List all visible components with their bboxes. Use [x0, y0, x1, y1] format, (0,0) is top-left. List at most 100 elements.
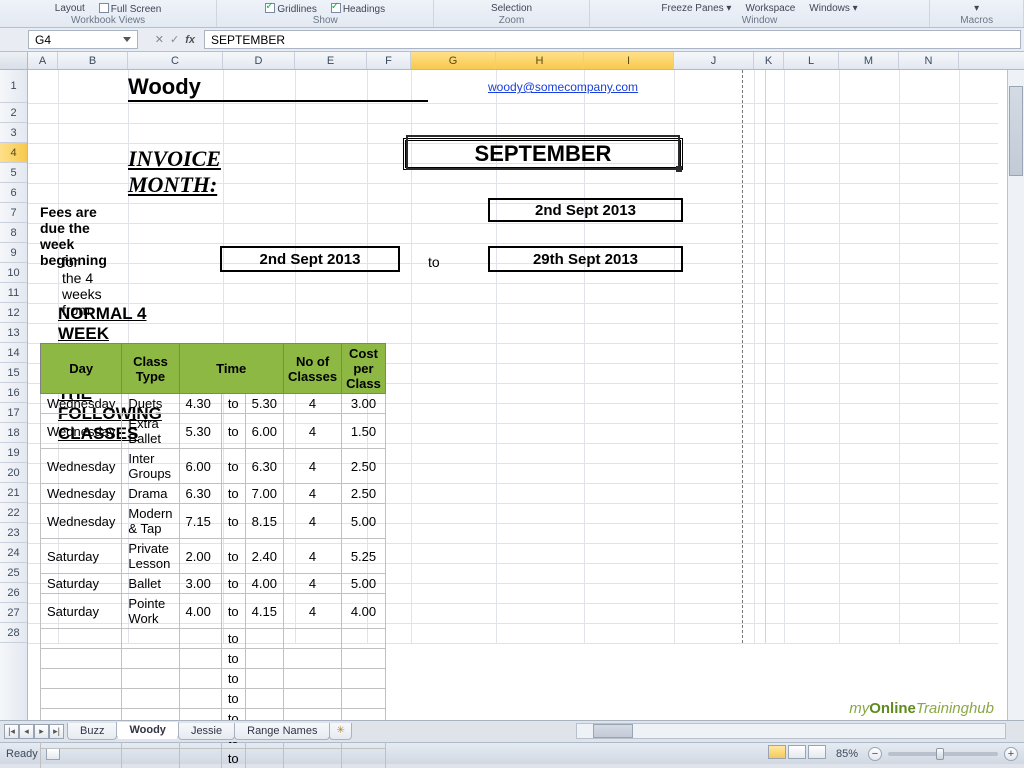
table-row[interactable]: SaturdayPrivate Lesson2.00to2.4045.25	[41, 539, 386, 574]
table-row[interactable]: WednesdayExtra Ballet5.30to6.0041.50	[41, 414, 386, 449]
zoom-out-button[interactable]: −	[868, 747, 882, 761]
scrollbar-thumb[interactable]	[1009, 86, 1023, 176]
col-header-J[interactable]: J	[674, 52, 754, 69]
col-header-H[interactable]: H	[496, 52, 584, 69]
ribbon-item-macros[interactable]: ▾	[974, 3, 979, 14]
zoom-slider[interactable]	[888, 752, 998, 756]
row-header[interactable]: 28	[0, 623, 27, 643]
select-all-corner[interactable]	[0, 52, 28, 69]
row-header[interactable]: 1	[0, 70, 27, 103]
sheet-tab[interactable]: Buzz	[67, 723, 117, 740]
col-header-D[interactable]: D	[223, 52, 295, 69]
row-header[interactable]: 7	[0, 203, 27, 223]
tab-nav-last[interactable]: ▸|	[49, 724, 64, 739]
ribbon-item-headings[interactable]: Headings	[331, 2, 385, 15]
view-normal[interactable]	[768, 745, 786, 759]
th-time[interactable]: Time	[179, 344, 283, 394]
sheet-tab[interactable]: Jessie	[178, 723, 235, 740]
row-header[interactable]: 8	[0, 223, 27, 243]
row-header[interactable]: 22	[0, 503, 27, 523]
row-header[interactable]: 9	[0, 243, 27, 263]
row-header[interactable]: 24	[0, 543, 27, 563]
row-header[interactable]: 10	[0, 263, 27, 283]
col-header-A[interactable]: A	[28, 52, 58, 69]
accept-icon[interactable]: ✓	[170, 33, 179, 46]
th-day[interactable]: Day	[41, 344, 122, 394]
zoom-percent[interactable]: 85%	[836, 748, 858, 760]
doc-email-link[interactable]: woody@somecompany.com	[488, 80, 638, 94]
row-header[interactable]: 17	[0, 403, 27, 423]
scrollbar-thumb[interactable]	[593, 724, 633, 738]
row-header[interactable]: 11	[0, 283, 27, 303]
cancel-icon[interactable]: ✕	[155, 33, 164, 46]
ribbon-item-fullscreen[interactable]: Full Screen	[99, 2, 162, 15]
ribbon-item-gridlines[interactable]: Gridlines	[265, 2, 316, 15]
col-header-G[interactable]: G	[411, 52, 496, 69]
col-header-B[interactable]: B	[58, 52, 128, 69]
table-row[interactable]: WednesdayDuets4.30to5.3043.00	[41, 394, 386, 414]
ribbon-item-workspace[interactable]: Workspace	[745, 3, 795, 14]
row-header[interactable]: 25	[0, 563, 27, 583]
zoom-slider-thumb[interactable]	[936, 748, 944, 760]
th-cost[interactable]: Cost per Class	[342, 344, 386, 394]
table-row[interactable]: to	[41, 749, 386, 768]
row-header[interactable]: 6	[0, 183, 27, 203]
row-header[interactable]: 13	[0, 323, 27, 343]
row-header[interactable]: 5	[0, 163, 27, 183]
date-range-from[interactable]: 2nd Sept 2013	[220, 246, 400, 272]
row-header[interactable]: 12	[0, 303, 27, 323]
col-header-I[interactable]: I	[584, 52, 674, 69]
row-header[interactable]: 21	[0, 483, 27, 503]
table-row[interactable]: to	[41, 629, 386, 649]
col-header-E[interactable]: E	[295, 52, 367, 69]
col-header-M[interactable]: M	[839, 52, 899, 69]
table-row[interactable]: WednesdayInter Groups6.00to6.3042.50	[41, 449, 386, 484]
row-header[interactable]: 23	[0, 523, 27, 543]
view-page-break[interactable]	[808, 745, 826, 759]
th-noclasses[interactable]: No of Classes	[283, 344, 341, 394]
row-header[interactable]: 15	[0, 363, 27, 383]
tab-nav-first[interactable]: |◂	[4, 724, 19, 739]
row-header[interactable]: 20	[0, 463, 27, 483]
invoice-month-value[interactable]: SEPTEMBER	[403, 138, 683, 170]
row-header[interactable]: 26	[0, 583, 27, 603]
fx-icon[interactable]: fx	[185, 34, 195, 46]
view-page-layout[interactable]	[788, 745, 806, 759]
row-header[interactable]: 14	[0, 343, 27, 363]
sheet-tab[interactable]: Range Names	[234, 723, 330, 740]
date-range-to[interactable]: 29th Sept 2013	[488, 246, 683, 272]
name-box[interactable]: G4	[28, 30, 138, 49]
row-header[interactable]: 16	[0, 383, 27, 403]
tab-nav-next[interactable]: ▸	[34, 724, 49, 739]
row-header[interactable]: 19	[0, 443, 27, 463]
classes-table[interactable]: Day Class Type Time No of Classes Cost p…	[40, 343, 386, 768]
ribbon-item-selection[interactable]: Selection	[491, 3, 532, 14]
col-header-L[interactable]: L	[784, 52, 839, 69]
table-row[interactable]: to	[41, 689, 386, 709]
fees-due-date[interactable]: 2nd Sept 2013	[488, 198, 683, 222]
table-row[interactable]: SaturdayBallet3.00to4.0045.00	[41, 574, 386, 594]
col-header-C[interactable]: C	[128, 52, 223, 69]
th-type[interactable]: Class Type	[122, 344, 179, 394]
ribbon-item-freeze-panes[interactable]: Freeze Panes ▾	[661, 3, 731, 14]
table-row[interactable]: to	[41, 669, 386, 689]
ribbon-item-windows[interactable]: Windows ▾	[809, 3, 857, 14]
col-header-F[interactable]: F	[367, 52, 411, 69]
new-sheet-tab[interactable]: ✳	[329, 723, 351, 740]
row-header[interactable]: 18	[0, 423, 27, 443]
sheet-tab[interactable]: Woody	[116, 722, 178, 739]
table-row[interactable]: SaturdayPointe Work4.00to4.1544.00	[41, 594, 386, 629]
vertical-scrollbar[interactable]	[1007, 70, 1024, 724]
col-header-N[interactable]: N	[899, 52, 959, 69]
row-header[interactable]: 3	[0, 123, 27, 143]
table-row[interactable]: WednesdayDrama6.30to7.0042.50	[41, 484, 386, 504]
formula-input[interactable]: SEPTEMBER	[204, 30, 1021, 49]
table-row[interactable]: to	[41, 649, 386, 669]
tab-nav-prev[interactable]: ◂	[19, 724, 34, 739]
chevron-down-icon[interactable]	[123, 37, 131, 42]
row-header[interactable]: 27	[0, 603, 27, 623]
zoom-in-button[interactable]: +	[1004, 747, 1018, 761]
table-row[interactable]: WednesdayModern & Tap7.15to8.1545.00	[41, 504, 386, 539]
col-header-K[interactable]: K	[754, 52, 784, 69]
row-header[interactable]: 2	[0, 103, 27, 123]
